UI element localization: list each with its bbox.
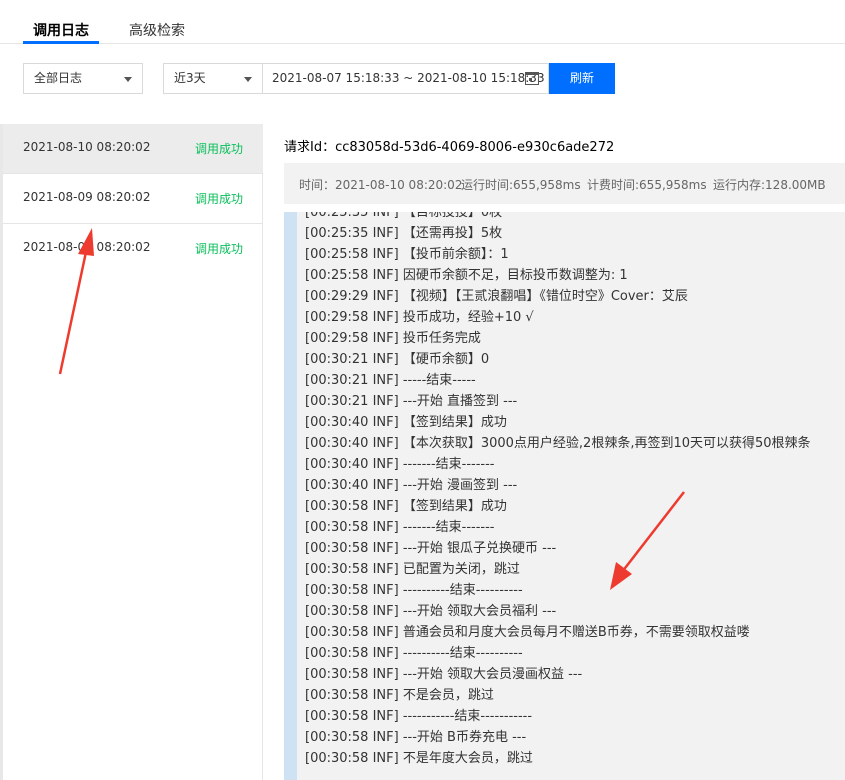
log-line: [00:29:58 INF] 投币任务完成 bbox=[305, 331, 481, 346]
invoke-time: 时间：2021-08-10 08:20:02 bbox=[299, 178, 463, 192]
log-line: [00:30:58 INF] ---开始 B币券充电 --- bbox=[305, 730, 527, 745]
log-time: 2021-08-09 08:20:02 bbox=[23, 190, 151, 204]
log-line: [00:30:58 INF] 普通会员和月度大会员每月不赠送B币券，不需要领取权… bbox=[305, 625, 750, 640]
run-time: 运行时间:655,958ms bbox=[461, 178, 581, 192]
log-line: [00:30:40 INF] 【本次获取】3000点用户经验,2根辣条,再签到1… bbox=[305, 436, 811, 451]
log-line: [00:30:58 INF] -------结束------- bbox=[305, 520, 495, 535]
log-time: 2021-08-08 08:20:02 bbox=[23, 240, 151, 254]
log-line: [00:30:58 INF] ---开始 银瓜子兑换硬币 --- bbox=[305, 541, 557, 556]
log-line: [00:30:58 INF] -----------结束----------- bbox=[305, 709, 533, 724]
log-line: [00:30:58 INF] 不是年度大会员，跳过 bbox=[305, 751, 533, 766]
log-gutter bbox=[284, 212, 297, 780]
log-list: 2021-08-10 08:20:02 调用成功 2021-08-09 08:2… bbox=[0, 124, 263, 780]
time-range-select-value: 近3天 bbox=[174, 71, 206, 85]
log-line: [00:30:40 INF] ---开始 漫画签到 --- bbox=[305, 478, 518, 493]
log-output[interactable]: [00:25:35 INF] 【目标投投】0枚 [00:25:35 INF] 【还… bbox=[284, 212, 845, 780]
tab-invoke-log[interactable]: 调用日志 bbox=[33, 20, 89, 40]
log-line: [00:30:58 INF] 不是会员，跳过 bbox=[305, 688, 494, 703]
list-item[interactable]: 2021-08-10 08:20:02 调用成功 bbox=[0, 124, 263, 174]
status-badge: 调用成功 bbox=[194, 192, 243, 206]
date-range-value: 2021-08-07 15:18:33 ~ 2021-08-10 15:18:3… bbox=[272, 71, 545, 85]
log-line: [00:29:29 INF] 【视频】【王贰浪翻唱】《错位时空》Cover：艾辰 bbox=[305, 289, 688, 304]
log-line: [00:30:40 INF] -------结束------- bbox=[305, 457, 495, 472]
chevron-down-icon bbox=[124, 77, 132, 82]
log-line: [00:30:58 INF] ----------结束---------- bbox=[305, 646, 523, 661]
bill-time: 计费时间:655,958ms bbox=[587, 178, 707, 192]
log-line: [00:30:21 INF] -----结束----- bbox=[305, 373, 476, 388]
log-line: [00:30:40 INF] 【签到结果】成功 bbox=[305, 415, 507, 430]
log-time: 2021-08-10 08:20:02 bbox=[23, 140, 151, 154]
invoke-info-bar: 时间：2021-08-10 08:20:02 运行时间:655,958ms 计费… bbox=[284, 163, 845, 204]
log-line: [00:30:58 INF] ----------结束---------- bbox=[305, 583, 523, 598]
list-left-border bbox=[0, 124, 3, 780]
log-line: [00:30:21 INF] 【硬币余额】0 bbox=[305, 352, 490, 367]
log-lines: [00:25:35 INF] 【目标投投】0枚 [00:25:35 INF] 【还… bbox=[305, 212, 845, 769]
chevron-down-icon bbox=[244, 77, 252, 82]
log-type-select[interactable]: 全部日志 bbox=[23, 63, 143, 94]
log-line: [00:25:58 INF] 因硬币余额不足，目标投币数调整为: 1 bbox=[305, 268, 628, 283]
log-line: [00:30:21 INF] ---开始 直播签到 --- bbox=[305, 394, 518, 409]
list-item[interactable]: 2021-08-08 08:20:02 调用成功 bbox=[0, 224, 263, 274]
log-line: [00:30:58 INF] ---开始 领取大会员福利 --- bbox=[305, 604, 557, 619]
status-badge: 调用成功 bbox=[194, 142, 243, 156]
log-line: [00:25:35 INF] 【目标投投】0枚 bbox=[305, 212, 503, 220]
run-memory: 运行内存:128.00MB bbox=[713, 178, 826, 192]
date-range-picker[interactable]: 2021-08-07 15:18:33 ~ 2021-08-10 15:18:3… bbox=[262, 63, 549, 94]
log-line: [00:25:58 INF] 【投币前余额】：1 bbox=[305, 247, 509, 262]
log-line: [00:30:58 INF] 已配置为关闭，跳过 bbox=[305, 562, 520, 577]
active-tab-indicator bbox=[23, 41, 99, 44]
status-badge: 调用成功 bbox=[194, 242, 243, 256]
request-id: 请求Id：cc83058d-53d6-4069-8006-e930c6ade27… bbox=[284, 140, 615, 155]
filter-toolbar: 全部日志 近3天 2021-08-07 15:18:33 ~ 2021-08-1… bbox=[0, 63, 845, 95]
log-line: [00:25:35 INF] 【还需再投】5枚 bbox=[305, 226, 503, 241]
tab-bar: 调用日志 高级检索 bbox=[0, 0, 845, 44]
log-line: [00:30:58 INF] ---开始 领取大会员漫画权益 --- bbox=[305, 667, 583, 682]
log-line: [00:30:58 INF] 【签到结果】成功 bbox=[305, 499, 507, 514]
calendar-icon bbox=[525, 72, 539, 85]
tab-advanced-search[interactable]: 高级检索 bbox=[129, 20, 185, 40]
refresh-button[interactable]: 刷新 bbox=[549, 63, 615, 94]
list-item[interactable]: 2021-08-09 08:20:02 调用成功 bbox=[0, 174, 263, 224]
log-line: [00:29:58 INF] 投币成功，经验+10 √ bbox=[305, 310, 534, 325]
time-range-select[interactable]: 近3天 bbox=[163, 63, 263, 94]
log-type-select-value: 全部日志 bbox=[34, 71, 83, 85]
